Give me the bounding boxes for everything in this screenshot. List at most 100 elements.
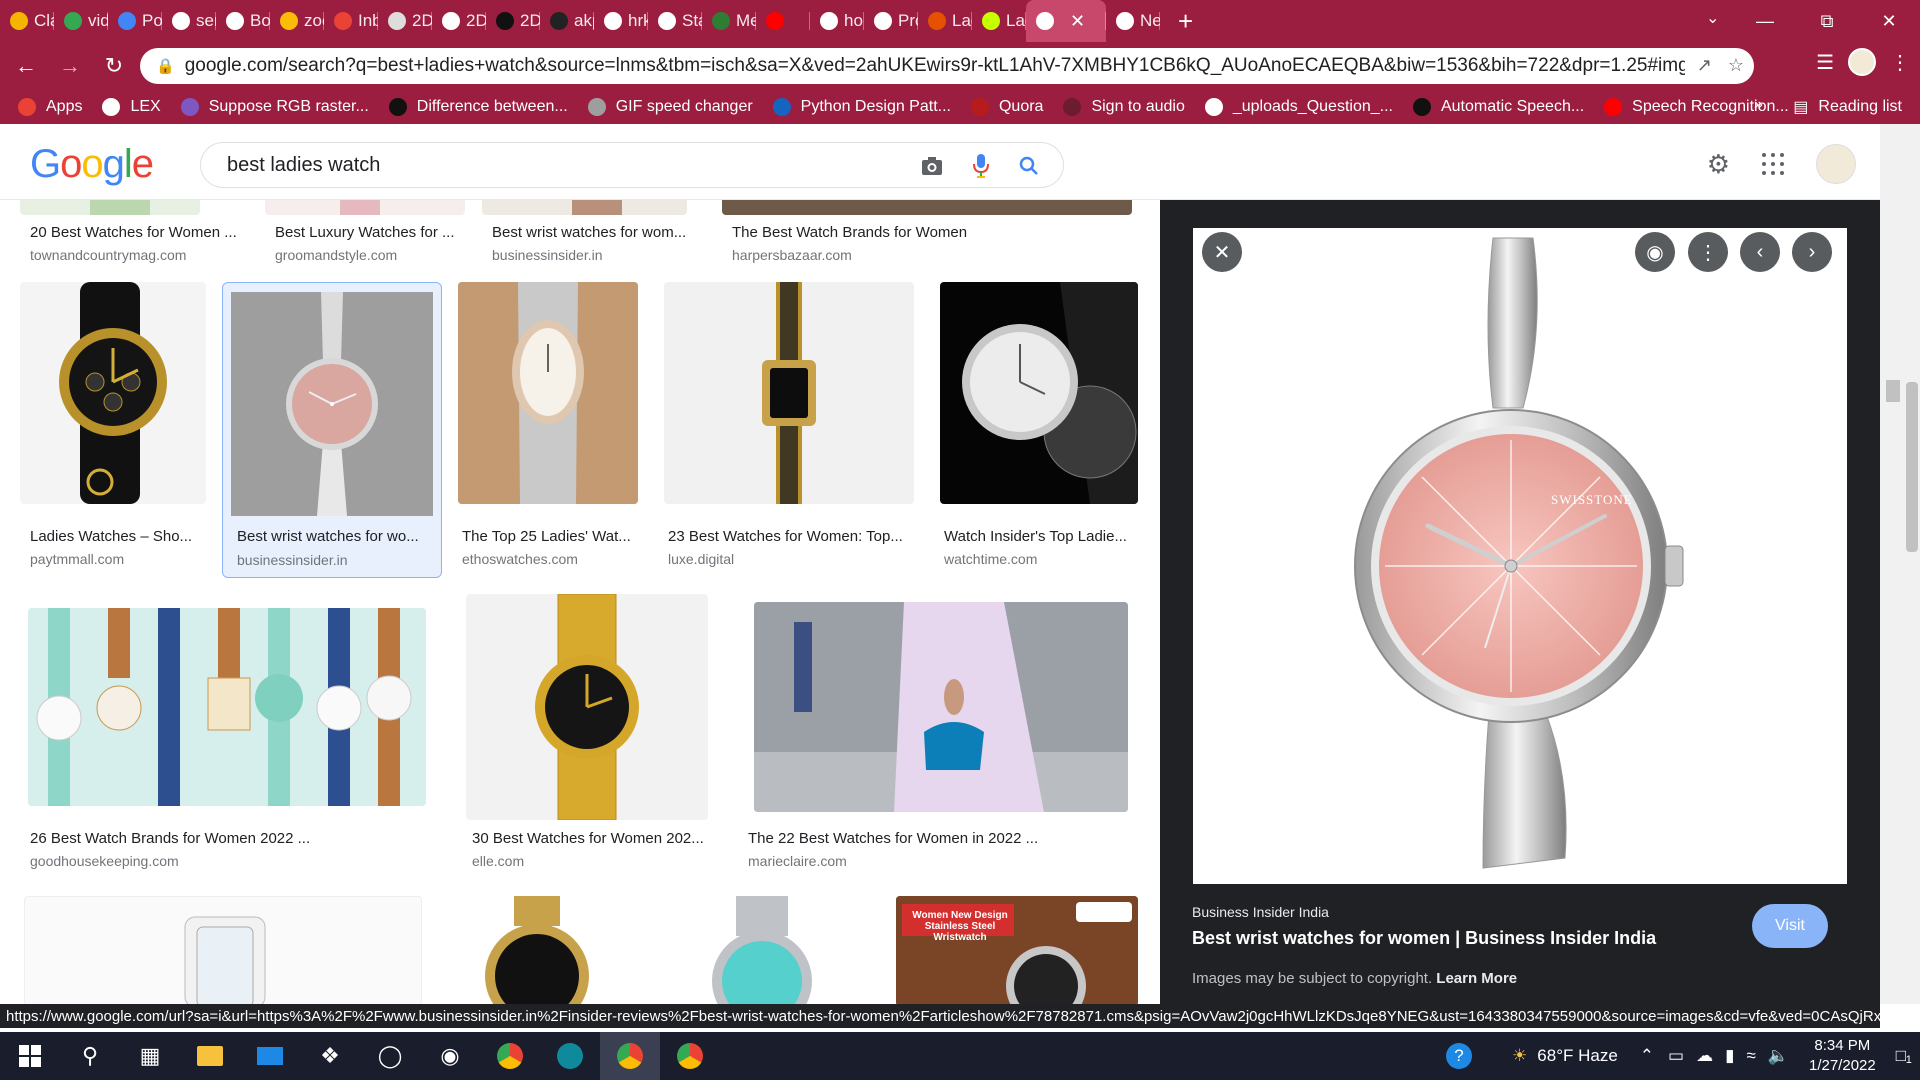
tab-search-icon[interactable]: ⌄: [1706, 8, 1719, 28]
panel-scroll-thumb[interactable]: [1886, 380, 1900, 402]
reload-button[interactable]: ↻: [96, 48, 132, 84]
profile-avatar[interactable]: [1848, 48, 1876, 76]
result-thumbnail[interactable]: [654, 896, 870, 1004]
settings-gear-icon[interactable]: ⚙: [1707, 149, 1730, 180]
image-result-card[interactable]: 30 Best Watches for Women 202... elle.co…: [466, 594, 716, 890]
browser-tab[interactable]: hrk: [594, 0, 648, 42]
volume-icon[interactable]: 🔈: [1768, 1046, 1789, 1066]
bookmark-item[interactable]: Apps: [18, 98, 82, 116]
account-avatar[interactable]: [1816, 144, 1856, 184]
file-explorer-icon[interactable]: [180, 1032, 240, 1080]
browser-tab[interactable]: Nev: [1106, 0, 1160, 42]
help-icon[interactable]: ?: [1446, 1043, 1473, 1069]
preview-image[interactable]: SWISSTONE: [1193, 228, 1847, 884]
browser-tab[interactable]: Lad: [972, 0, 1026, 42]
browser-tab[interactable]: zoo: [270, 0, 324, 42]
result-thumbnail[interactable]: [458, 282, 638, 504]
restore-button[interactable]: ⧉: [1796, 0, 1858, 42]
microphone-icon[interactable]: [973, 153, 989, 179]
image-result-card[interactable]: Watch Insider's Top Ladie... watchtime.c…: [940, 282, 1140, 582]
tray-chevron-icon[interactable]: ⌃: [1640, 1046, 1654, 1066]
bookmark-item[interactable]: Sign to audio: [1063, 98, 1185, 116]
camera-app-icon[interactable]: ◉: [420, 1032, 480, 1080]
next-image-icon[interactable]: ›: [1792, 232, 1832, 272]
windows-start-icon[interactable]: [0, 1032, 60, 1080]
chrome-profile-icon[interactable]: [660, 1032, 720, 1080]
browser-tab[interactable]: vide: [54, 0, 108, 42]
battery-icon[interactable]: ▮: [1725, 1046, 1734, 1066]
browser-tab[interactable]: Pro: [864, 0, 918, 42]
url-text[interactable]: google.com/search?q=best+ladies+watch&so…: [185, 55, 1685, 77]
bookmark-star-icon[interactable]: ☆: [1728, 55, 1744, 76]
image-result-card[interactable]: 20 Best Watches for Women ... townandcou…: [20, 200, 250, 263]
bookmark-item[interactable]: LEX: [102, 98, 161, 116]
visit-button[interactable]: Visit: [1752, 904, 1828, 948]
result-title[interactable]: 26 Best Watch Brands for Women 2022 ...: [30, 830, 430, 847]
image-result-card-selected[interactable]: Best wrist watches for wo... businessins…: [222, 282, 442, 578]
bookmark-item[interactable]: Quora: [970, 98, 1043, 116]
chrome-active-icon[interactable]: [600, 1032, 660, 1080]
dropbox-icon[interactable]: ❖: [300, 1032, 360, 1080]
browser-tab[interactable]: hon: [810, 0, 864, 42]
browser-tab[interactable]: Mer: [702, 0, 756, 42]
result-thumbnail[interactable]: [466, 594, 708, 820]
new-tab-button[interactable]: +: [1178, 6, 1193, 37]
bookmark-item[interactable]: _uploads_Question_...: [1204, 98, 1393, 116]
tray-device-icon[interactable]: ▭: [1668, 1046, 1684, 1066]
weather-icon[interactable]: ☀: [1512, 1046, 1527, 1066]
image-result-card[interactable]: [654, 896, 872, 1004]
back-button[interactable]: ←: [8, 48, 44, 84]
task-view-icon[interactable]: ▦: [120, 1032, 180, 1080]
result-thumbnail[interactable]: [754, 602, 1128, 812]
chrome-icon[interactable]: [480, 1032, 540, 1080]
onedrive-icon[interactable]: ☁: [1696, 1046, 1713, 1066]
browser-tab[interactable]: Post: [108, 0, 162, 42]
notification-icon[interactable]: □ 1: [1896, 1046, 1912, 1066]
panel-title[interactable]: Best wrist watches for women | Business …: [1192, 928, 1656, 949]
close-tab-icon[interactable]: ✕: [1070, 11, 1085, 32]
minimize-button[interactable]: —: [1734, 0, 1796, 42]
result-title[interactable]: 20 Best Watches for Women ...: [30, 224, 250, 241]
result-thumbnail[interactable]: [20, 200, 200, 215]
result-thumbnail[interactable]: Women New Design Stainless Steel Wristwa…: [896, 896, 1138, 1004]
result-title[interactable]: The Best Watch Brands for Women: [732, 224, 1132, 241]
result-title[interactable]: Best wrist watches for wo...: [237, 528, 433, 545]
image-result-card[interactable]: The 22 Best Watches for Women in 2022 ..…: [742, 594, 1142, 890]
result-thumbnail[interactable]: [231, 292, 433, 516]
menu-icon[interactable]: ⋮: [1890, 50, 1910, 75]
tab-active[interactable]: ✕: [1026, 0, 1106, 42]
browser-tab[interactable]: sem: [162, 0, 216, 42]
result-title[interactable]: The 22 Best Watches for Women in 2022 ..…: [748, 830, 1138, 847]
browser-tab[interactable]: Star: [648, 0, 702, 42]
panel-source[interactable]: Business Insider India: [1192, 904, 1329, 920]
image-result-card[interactable]: The Best Watch Brands for Women harpersb…: [722, 200, 1142, 263]
result-title[interactable]: Best wrist watches for wom...: [492, 224, 707, 241]
result-thumbnail[interactable]: [482, 200, 687, 215]
share-icon[interactable]: ↗: [1697, 55, 1712, 76]
browser-tab[interactable]: Bot: [216, 0, 270, 42]
mail-icon[interactable]: [240, 1032, 300, 1080]
image-result-card[interactable]: Best wrist watches for wom... businessin…: [482, 200, 707, 263]
lens-search-icon[interactable]: ◉: [1635, 232, 1675, 272]
result-thumbnail[interactable]: [722, 200, 1132, 215]
browser-tab[interactable]: 2D: [486, 0, 540, 42]
result-title[interactable]: Watch Insider's Top Ladie...: [944, 528, 1140, 545]
result-thumbnail[interactable]: [24, 896, 422, 1004]
search-icon[interactable]: [1019, 156, 1039, 176]
previous-image-icon[interactable]: ‹: [1740, 232, 1780, 272]
result-title[interactable]: Best Luxury Watches for ...: [275, 224, 475, 241]
image-result-card[interactable]: [24, 896, 424, 1004]
bookmarks-overflow-icon[interactable]: »: [1754, 96, 1763, 114]
browser-tab[interactable]: Lad: [918, 0, 972, 42]
result-title[interactable]: Ladies Watches – Sho...: [30, 528, 210, 545]
result-title[interactable]: The Top 25 Ladies' Wat...: [462, 528, 642, 545]
wifi-icon[interactable]: ≈: [1746, 1046, 1755, 1066]
result-thumbnail[interactable]: [664, 282, 914, 504]
apps-grid-icon[interactable]: [1762, 153, 1784, 175]
browser-tab[interactable]: Inb: [324, 0, 378, 42]
browser-tab[interactable]: 2D: [378, 0, 432, 42]
image-result-card[interactable]: Best Luxury Watches for ... groomandstyl…: [265, 200, 475, 263]
image-result-card[interactable]: Ladies Watches – Sho... paytmmall.com: [20, 282, 210, 582]
result-title[interactable]: 30 Best Watches for Women 202...: [472, 830, 712, 847]
taskbar-search-icon[interactable]: ⚲: [60, 1032, 120, 1080]
